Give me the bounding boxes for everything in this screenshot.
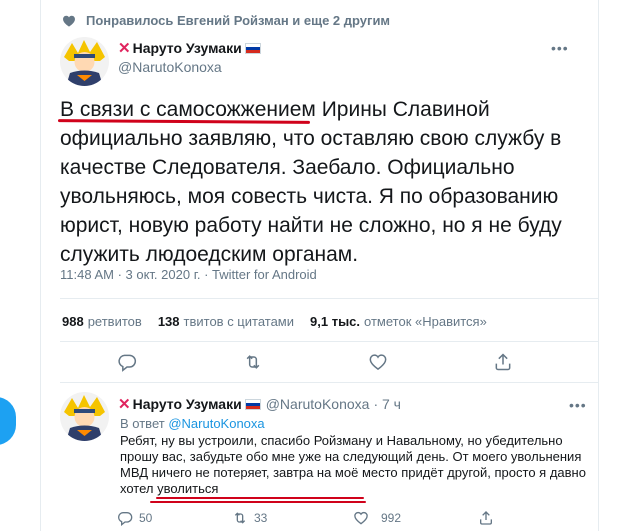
reply-to-link[interactable]: @NarutoKonoxa [168, 416, 264, 431]
retweet-count: 33 [254, 511, 268, 525]
author-handle[interactable]: @NarutoKonoxa [118, 59, 222, 75]
reply-like-button[interactable]: 992 [353, 510, 401, 526]
divider [60, 341, 598, 342]
divider [60, 298, 598, 299]
reply-icon [118, 354, 137, 372]
red-x-icon: ✕ [118, 40, 131, 57]
heart-icon [369, 354, 387, 370]
retweets-stat[interactable]: 988 ретвитов [62, 314, 142, 329]
reply-author-avatar[interactable] [60, 392, 109, 441]
reply-context: В ответ @NarutoKonoxa [120, 416, 265, 431]
reply-reply-button[interactable]: 50 [117, 510, 152, 526]
author-avatar[interactable] [60, 37, 109, 86]
share-icon [480, 511, 492, 525]
social-context: Понравилось Евгений Ройзман и еще 2 друг… [62, 13, 390, 28]
timeline-left-border [40, 0, 41, 531]
avatar-image [60, 392, 109, 441]
likes-stat[interactable]: 9,1 тыс. отметок «Нравится» [310, 314, 487, 329]
reply-retweet-button[interactable]: 33 [232, 510, 267, 526]
reply-author-name[interactable]: Наруто Узумаки [133, 396, 242, 412]
reply-text: Ребят, ну вы устроили, спасибо Ройзману … [120, 433, 600, 497]
red-x-icon: ✕ [118, 396, 131, 413]
retweet-button[interactable] [243, 352, 263, 377]
tweet-timestamp[interactable]: 11:48 AM · 3 окт. 2020 г. · Twitter for … [60, 267, 317, 282]
heart-icon [63, 15, 75, 27]
reply-author-handle[interactable]: @NarutoKonoxa [266, 396, 370, 412]
author-name-row[interactable]: ✕ Наруто Узумаки [118, 39, 261, 57]
reply-author-row[interactable]: ✕ Наруто Узумаки @NarutoKonoxa · 7 ч [118, 395, 401, 413]
reply-share-button[interactable] [478, 510, 494, 526]
reply-button[interactable] [117, 352, 137, 377]
author-name[interactable]: Наруто Узумаки [133, 40, 242, 56]
divider [60, 382, 598, 383]
quotes-stat[interactable]: 138 твитов с цитатами [158, 314, 294, 329]
social-context-text[interactable]: Понравилось Евгений Ройзман и еще 2 друг… [86, 13, 390, 28]
reply-icon [118, 512, 133, 526]
retweet-icon [234, 512, 246, 524]
compose-tweet-button[interactable] [0, 397, 16, 445]
heart-icon [354, 511, 368, 525]
retweet-icon [246, 355, 260, 369]
russia-flag-icon [244, 42, 261, 54]
reply-to-label: В ответ [120, 416, 165, 431]
avatar-image [60, 37, 109, 86]
share-icon [495, 353, 511, 371]
red-underline-annotation [150, 501, 366, 503]
tweet-stats: 988 ретвитов 138 твитов с цитатами 9,1 тыс… [62, 314, 487, 329]
reply-count: 50 [139, 511, 153, 525]
share-button[interactable] [493, 352, 513, 377]
like-count: 992 [381, 511, 402, 525]
reply-time[interactable]: · 7 ч [373, 396, 401, 412]
tweet-text-underlined: В связи с самосожжением [60, 98, 316, 121]
red-underline-annotation [156, 497, 364, 499]
like-button[interactable] [368, 352, 388, 377]
more-icon[interactable]: ••• [551, 40, 569, 56]
more-icon[interactable]: ••• [569, 397, 587, 413]
russia-flag-icon [244, 398, 261, 410]
tweet-text-body: Ирины Славиной официально заявляю, что о… [60, 98, 562, 266]
